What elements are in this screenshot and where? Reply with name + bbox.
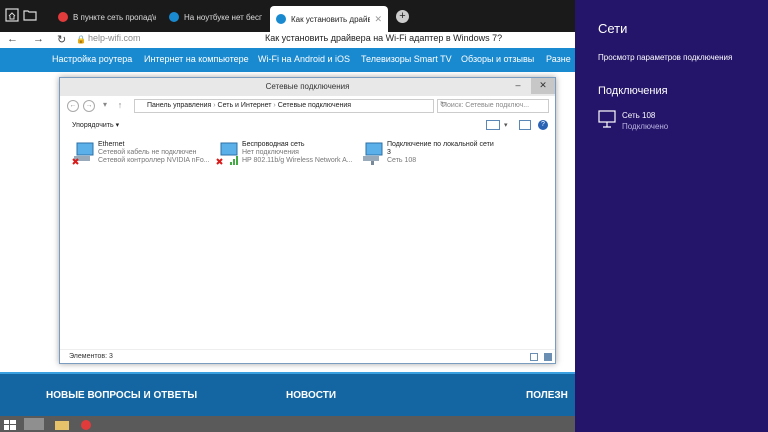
explorer-status-bar: Элементов: 3 <box>60 349 555 363</box>
tab-1[interactable]: В пункте сеть пропад\ка в <box>52 5 162 29</box>
tab-2[interactable]: На ноутбуке нет беспровод <box>163 5 268 29</box>
nav-item-misc[interactable]: Разне <box>546 54 571 64</box>
browser-tab-strip: В пункте сеть пропад\ка в На ноутбуке не… <box>0 0 575 32</box>
network-item[interactable]: Сеть 108 Подключено <box>598 109 748 135</box>
forward-arrow-icon[interactable]: → <box>33 33 44 45</box>
local-network-icon <box>360 141 386 167</box>
site-nav: Настройка роутера Интернет на компьютере… <box>0 48 575 72</box>
breadcrumb[interactable]: Панель управления › Сеть и Интернет › Се… <box>134 99 434 113</box>
connections-list: Ethernet Сетевой кабель не подключен Сет… <box>60 133 555 348</box>
new-tab-button[interactable]: + <box>396 10 409 23</box>
footer-heading-questions[interactable]: НОВЫЕ ВОПРОСЫ И ОТВЕТЫ <box>46 390 197 401</box>
command-bar: Упорядочить ▾ ▾ ? <box>60 117 555 133</box>
start-icon[interactable] <box>3 418 23 430</box>
networks-panel: Сети Просмотр параметров подключения Под… <box>575 0 768 432</box>
view-connection-settings-link[interactable]: Просмотр параметров подключения <box>598 53 732 62</box>
window-titlebar[interactable]: Сетевые подключения – □ ✕ <box>60 78 555 96</box>
url-field[interactable]: help-wifi.com <box>88 33 141 43</box>
yandex-favicon-icon <box>58 12 68 22</box>
back-arrow-icon[interactable]: ← <box>7 33 18 45</box>
tab-3-active[interactable]: Как установить драйвер ✕ <box>270 6 388 32</box>
connection-ethernet[interactable]: Ethernet Сетевой кабель не подключен Сет… <box>71 139 221 179</box>
search-input[interactable]: Поиск: Сетевые подключ... <box>437 99 549 113</box>
dropdown-icon[interactable]: ▾ <box>99 100 111 112</box>
preview-pane-icon[interactable] <box>519 120 531 130</box>
window-title: Сетевые подключения <box>265 82 350 91</box>
explorer-nav-row: ← → ▾ ↑ Панель управления › Сеть и Интер… <box>60 97 555 115</box>
lock-icon: 🔒 <box>76 35 86 44</box>
network-connections-window: Сетевые подключения – □ ✕ ← → ▾ ↑ Панель… <box>59 77 556 364</box>
help-icon[interactable]: ? <box>538 120 548 130</box>
nav-item-internet[interactable]: Интернет на компьютере <box>144 54 249 64</box>
page-title: Как установить драйвера на Wi-Fi адаптер… <box>265 33 503 43</box>
connection-wireless[interactable]: Беспроводная сеть Нет подключения HP 802… <box>215 139 365 179</box>
reload-icon[interactable]: ↻ <box>57 33 66 46</box>
nav-item-smart-tv[interactable]: Телевизоры Smart TV <box>361 54 452 64</box>
home-icon[interactable] <box>4 7 20 23</box>
details-view-icon[interactable] <box>530 353 538 361</box>
nav-item-wifi[interactable]: Wi-Fi на Android и iOS <box>258 54 350 64</box>
breadcrumb-control-panel[interactable]: Панель управления <box>147 102 211 109</box>
breadcrumb-network-internet[interactable]: Сеть и Интернет <box>218 102 272 109</box>
view-dropdown-icon[interactable]: ▾ <box>504 121 508 129</box>
organize-button[interactable]: Упорядочить ▾ <box>72 121 119 129</box>
ethernet-disconnected-icon <box>71 141 97 167</box>
close-tab-icon[interactable]: ✕ <box>374 14 382 25</box>
nav-item-router[interactable]: Настройка роутера <box>52 54 132 64</box>
view-options-icon[interactable] <box>486 120 500 130</box>
footer-heading-useful[interactable]: ПОЛЕЗН <box>526 390 568 401</box>
breadcrumb-network-connections[interactable]: Сетевые подключения <box>278 102 351 109</box>
footer-heading-news[interactable]: НОВОСТИ <box>286 390 336 401</box>
wireless-disconnected-icon <box>215 141 241 167</box>
taskbar-explorer-icon[interactable] <box>52 418 72 430</box>
connection-local-area[interactable]: Подключение по локальной сети 3 Сеть 108 <box>360 139 510 179</box>
networks-title: Сети <box>598 21 628 36</box>
close-button[interactable]: ✕ <box>531 78 555 94</box>
wired-network-icon <box>598 110 616 133</box>
nav-item-reviews[interactable]: Обзоры и отзывы <box>461 54 534 64</box>
site-favicon-icon <box>169 12 179 22</box>
taskbar <box>0 416 575 432</box>
yandex-browser-icon[interactable] <box>76 418 96 430</box>
forward-button[interactable]: → <box>83 100 95 112</box>
site-footer: НОВЫЕ ВОПРОСЫ И ОТВЕТЫ НОВОСТИ ПОЛЕЗН <box>0 372 575 416</box>
large-icons-view-icon[interactable] <box>544 353 552 361</box>
footer-divider <box>0 372 575 374</box>
taskbar-network-window-icon[interactable] <box>24 418 44 430</box>
up-arrow-icon[interactable]: ↑ <box>114 100 126 112</box>
site-favicon-icon <box>276 14 286 24</box>
folder-icon[interactable] <box>22 7 38 23</box>
connections-heading: Подключения <box>598 85 668 97</box>
back-button[interactable]: ← <box>67 100 79 112</box>
